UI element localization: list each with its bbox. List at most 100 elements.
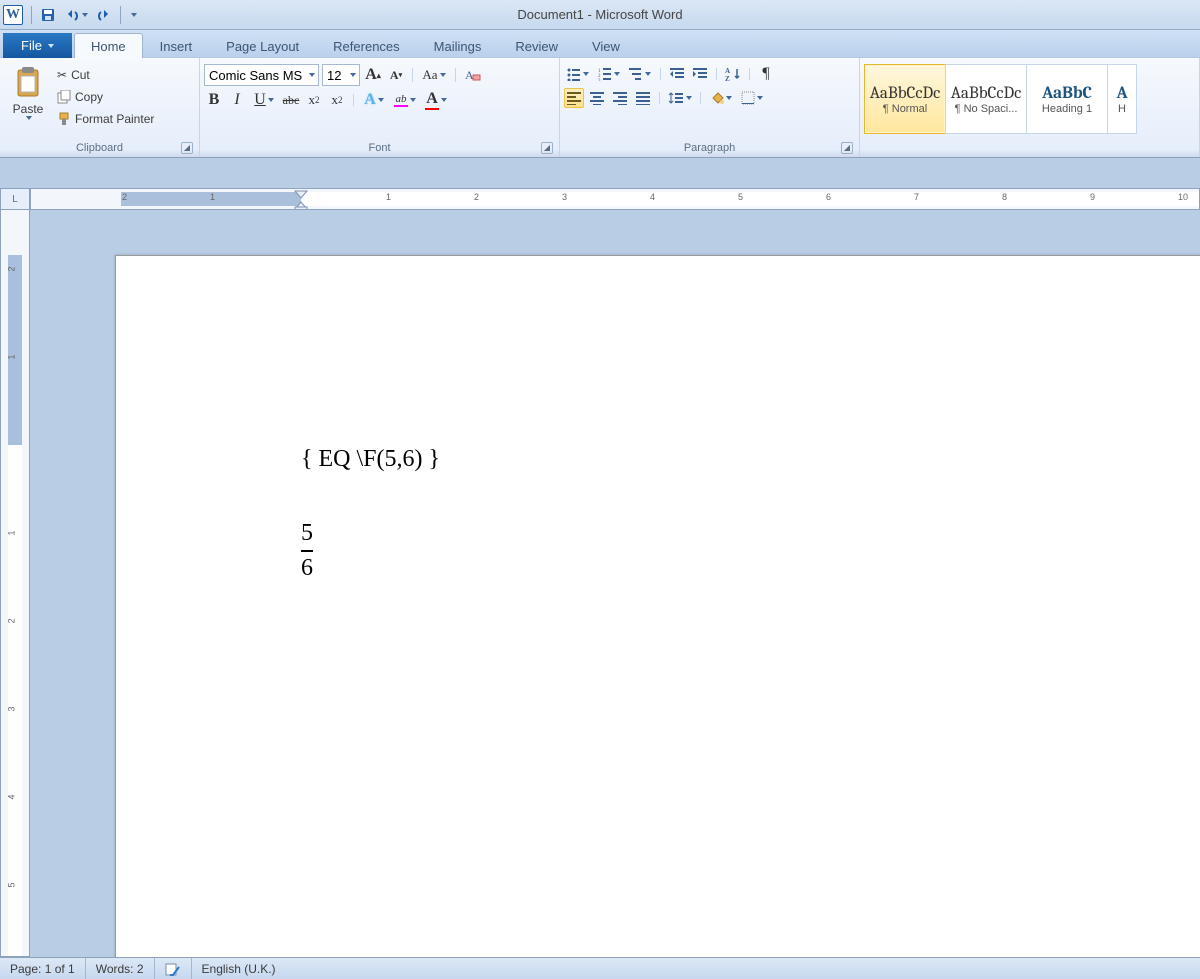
format-painter-button[interactable]: Format Painter bbox=[52, 108, 159, 130]
show-marks-button[interactable]: ¶ bbox=[756, 64, 776, 84]
align-left-button[interactable] bbox=[564, 88, 584, 108]
ruler-tick: 6 bbox=[826, 192, 831, 202]
indent-marker-icon[interactable] bbox=[294, 190, 308, 210]
style-preview: AaBbCcDc bbox=[951, 84, 1022, 103]
sort-button[interactable]: AZ bbox=[723, 64, 743, 84]
underline-glyph: U bbox=[254, 91, 266, 109]
tab-references[interactable]: References bbox=[316, 33, 416, 58]
style-heading-2[interactable]: A H bbox=[1107, 64, 1137, 134]
align-center-button[interactable] bbox=[587, 88, 607, 108]
decrease-indent-button[interactable] bbox=[667, 64, 687, 84]
clipboard-group-label: Clipboard bbox=[76, 142, 123, 154]
undo-button[interactable] bbox=[61, 4, 91, 26]
ruler-tick: 5 bbox=[738, 192, 743, 202]
group-clipboard: Paste ✂ Cut Copy Format Painter Clipboar… bbox=[0, 58, 200, 157]
format-painter-label: Format Painter bbox=[75, 112, 154, 126]
svg-text:Z: Z bbox=[725, 75, 730, 81]
ruler-tick: 1 bbox=[386, 192, 391, 202]
ruler-tick: 2 bbox=[7, 266, 17, 271]
copy-button[interactable]: Copy bbox=[52, 86, 159, 108]
redo-icon bbox=[96, 7, 112, 23]
title-bar: W Document1 - Microsoft Word bbox=[0, 0, 1200, 30]
paste-button[interactable]: Paste bbox=[4, 60, 52, 120]
font-group-label: Font bbox=[368, 142, 390, 154]
chevron-down-icon bbox=[26, 116, 32, 120]
increase-indent-icon bbox=[693, 67, 707, 81]
increase-indent-button[interactable] bbox=[690, 64, 710, 84]
shrink-font-button[interactable]: A▾ bbox=[386, 65, 406, 85]
clipboard-dialog-launcher[interactable]: ◢ bbox=[181, 142, 193, 154]
ruler-tick: 7 bbox=[914, 192, 919, 202]
text-effects-button[interactable]: A bbox=[360, 90, 388, 110]
subscript-button[interactable]: x2 bbox=[304, 90, 324, 110]
redo-button[interactable] bbox=[93, 4, 115, 26]
font-size-value: 12 bbox=[327, 68, 341, 83]
strikethrough-button[interactable]: abc bbox=[281, 90, 301, 110]
qat-separator bbox=[31, 6, 32, 24]
italic-button[interactable]: I bbox=[227, 90, 247, 110]
style-name: Heading 1 bbox=[1042, 103, 1092, 115]
font-family-value: Comic Sans MS bbox=[209, 68, 302, 83]
change-case-button[interactable]: Aa bbox=[419, 65, 449, 85]
save-button[interactable] bbox=[37, 4, 59, 26]
fraction-bar bbox=[301, 550, 313, 552]
bullets-icon bbox=[567, 67, 581, 81]
page-content[interactable]: { EQ \F(5,6) } 5 6 bbox=[301, 446, 440, 583]
tab-selector[interactable]: L bbox=[0, 188, 30, 210]
group-styles: AaBbCcDc ¶ Normal AaBbCcDc ¶ No Spaci...… bbox=[860, 58, 1200, 157]
font-dialog-launcher[interactable]: ◢ bbox=[541, 142, 553, 154]
grow-font-button[interactable]: A▴ bbox=[363, 65, 383, 85]
text-effects-glyph: A bbox=[364, 91, 376, 109]
numbering-button[interactable]: 123 bbox=[595, 64, 623, 84]
cut-label: Cut bbox=[71, 68, 90, 82]
font-size-combo[interactable]: 12 bbox=[322, 64, 360, 86]
line-spacing-button[interactable] bbox=[666, 88, 694, 108]
font-color-glyph: A bbox=[426, 90, 438, 108]
style-no-spacing[interactable]: AaBbCcDc ¶ No Spaci... bbox=[945, 64, 1027, 134]
ruler-tick: 4 bbox=[650, 192, 655, 202]
status-language[interactable]: English (U.K.) bbox=[192, 958, 286, 979]
multilevel-list-button[interactable] bbox=[626, 64, 654, 84]
align-right-button[interactable] bbox=[610, 88, 630, 108]
vertical-ruler[interactable]: 2112345678 bbox=[0, 210, 30, 957]
borders-icon bbox=[741, 91, 755, 105]
paragraph-dialog-launcher[interactable]: ◢ bbox=[841, 142, 853, 154]
ruler-tick: 2 bbox=[122, 192, 127, 202]
field-code-text[interactable]: { EQ \F(5,6) } bbox=[301, 446, 440, 473]
ruler-tick: 2 bbox=[7, 618, 17, 623]
file-tab[interactable]: File bbox=[3, 33, 72, 58]
ruler-tick: 4 bbox=[7, 794, 17, 799]
status-words[interactable]: Words: 2 bbox=[86, 958, 155, 979]
tab-mailings[interactable]: Mailings bbox=[417, 33, 499, 58]
style-heading-1[interactable]: AaBbC Heading 1 bbox=[1026, 64, 1108, 134]
workspace: L 211234567891011 2112345678 { EQ \F(5,6… bbox=[0, 188, 1200, 957]
font-color-button[interactable]: A bbox=[422, 90, 450, 110]
tab-view[interactable]: View bbox=[575, 33, 637, 58]
fraction-denominator: 6 bbox=[301, 554, 313, 583]
highlight-button[interactable]: ab bbox=[391, 90, 419, 110]
paste-icon bbox=[10, 64, 46, 102]
qat-customize-button[interactable] bbox=[126, 4, 140, 26]
document-viewport[interactable]: { EQ \F(5,6) } 5 6 bbox=[30, 210, 1200, 957]
status-page[interactable]: Page: 1 of 1 bbox=[0, 958, 86, 979]
bold-button[interactable]: B bbox=[204, 90, 224, 110]
tab-review[interactable]: Review bbox=[498, 33, 575, 58]
borders-button[interactable] bbox=[738, 88, 766, 108]
clear-formatting-button[interactable]: A bbox=[462, 65, 482, 85]
align-center-icon bbox=[590, 91, 604, 105]
cut-button[interactable]: ✂ Cut bbox=[52, 64, 159, 86]
status-proofing[interactable] bbox=[155, 958, 192, 979]
superscript-button[interactable]: x2 bbox=[327, 90, 347, 110]
underline-button[interactable]: U bbox=[250, 90, 278, 110]
tab-insert[interactable]: Insert bbox=[143, 33, 210, 58]
shading-button[interactable] bbox=[707, 88, 735, 108]
style-normal[interactable]: AaBbCcDc ¶ Normal bbox=[864, 64, 946, 134]
horizontal-ruler[interactable]: 211234567891011 bbox=[30, 188, 1200, 210]
fraction-output[interactable]: 5 6 bbox=[301, 519, 313, 583]
ruler-tick: 2 bbox=[474, 192, 479, 202]
tab-home[interactable]: Home bbox=[74, 33, 143, 58]
justify-button[interactable] bbox=[633, 88, 653, 108]
font-family-combo[interactable]: Comic Sans MS bbox=[204, 64, 319, 86]
bullets-button[interactable] bbox=[564, 64, 592, 84]
tab-page-layout[interactable]: Page Layout bbox=[209, 33, 316, 58]
